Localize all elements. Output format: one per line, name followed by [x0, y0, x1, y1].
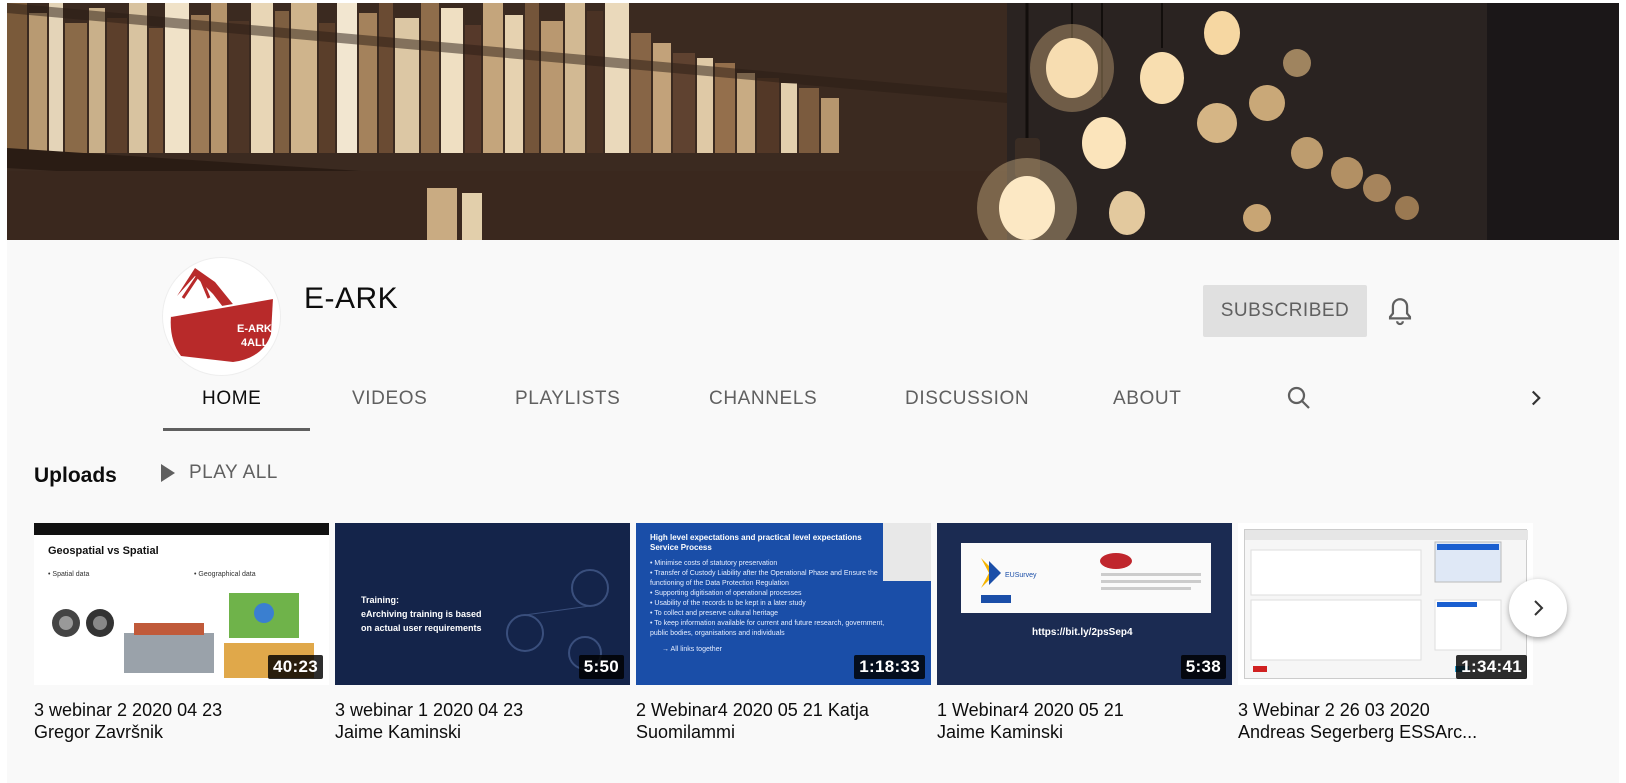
search-icon[interactable] — [1284, 383, 1314, 413]
tab-about[interactable]: ABOUT — [1113, 388, 1181, 410]
channel-name: E-ARK — [304, 282, 399, 315]
video-title-line: Jaime Kaminski — [937, 722, 1064, 742]
video-duration: 1:34:41 — [1456, 655, 1527, 679]
thumb-text: • Minimise costs of statutory preservati… — [650, 560, 885, 653]
thumb-graphic — [506, 569, 609, 670]
video-card[interactable]: EUSurvey https://bit.ly/2psSep4 5:38 1 W… — [937, 523, 1232, 743]
video-title-line: 1 Webinar4 2020 05 21 — [937, 700, 1124, 720]
channel-header: E-ARK 4ALL E-ARK SUBSCRIBED HOME VIDEOS … — [7, 240, 1619, 448]
bell-icon[interactable] — [1383, 295, 1417, 329]
video-duration: 5:38 — [1180, 655, 1226, 679]
video-title[interactable]: 3 webinar 1 2020 04 23 Jaime Kaminski — [335, 699, 625, 743]
avatar-text-2: 4ALL — [241, 337, 269, 349]
video-duration: 40:23 — [268, 655, 323, 679]
e-ark-logo: E-ARK 4ALL — [170, 268, 274, 362]
chevron-right-icon — [1534, 600, 1544, 616]
video-title-line: 3 webinar 2 2020 04 23 — [34, 700, 223, 720]
channel-banner — [7, 3, 1619, 240]
tab-channels[interactable]: CHANNELS — [709, 388, 817, 410]
video-card[interactable]: High level expectations and practical le… — [636, 523, 931, 743]
video-thumbnail[interactable]: EUSurvey https://bit.ly/2psSep4 5:38 — [937, 523, 1232, 685]
active-tab-indicator — [163, 428, 310, 431]
video-duration: 1:18:33 — [854, 655, 925, 679]
video-title[interactable]: 1 Webinar4 2020 05 21 Jaime Kaminski — [937, 699, 1227, 743]
video-card[interactable]: Training: eArchiving training is based o… — [335, 523, 630, 743]
video-title-line: 3 webinar 1 2020 04 23 — [335, 700, 524, 720]
video-title[interactable]: 2 Webinar4 2020 05 21 Katja Suomilammi — [636, 699, 926, 743]
avatar-text-1: E-ARK — [237, 323, 272, 335]
tab-videos[interactable]: VIDEOS — [352, 388, 427, 410]
thumb-url-text: https://bit.ly/2psSep4 — [1032, 627, 1133, 638]
video-title[interactable]: 3 webinar 2 2020 04 23 Gregor Završnik — [34, 699, 324, 743]
svg-text:EUSurvey: EUSurvey — [1005, 572, 1037, 579]
thumb-heading: High level expectations and practical le… — [650, 533, 862, 552]
shelf-next-button[interactable] — [1509, 579, 1567, 637]
video-thumbnail[interactable]: High level expectations and practical le… — [636, 523, 931, 685]
video-title-line: Gregor Završnik — [34, 722, 164, 742]
channel-page: E-ARK 4ALL E-ARK SUBSCRIBED HOME VIDEOS … — [0, 0, 1626, 783]
video-title[interactable]: 3 Webinar 2 26 03 2020 Andreas Segerberg… — [1238, 699, 1528, 743]
video-title-line: Andreas Segerberg ESSArc... — [1238, 722, 1478, 742]
uploads-section: Uploads PLAY ALL Geospatial vs Spatial •… — [7, 434, 1619, 783]
tab-playlists[interactable]: PLAYLISTS — [515, 388, 620, 410]
video-title-line: Suomilammi — [636, 722, 736, 742]
video-title-line: 3 Webinar 2 26 03 2020 — [1238, 700, 1430, 720]
video-title-line: Jaime Kaminski — [335, 722, 462, 742]
subscribed-button[interactable]: SUBSCRIBED — [1203, 285, 1367, 337]
video-thumbnail[interactable]: Training: eArchiving training is based o… — [335, 523, 630, 685]
play-all-label: PLAY ALL — [189, 462, 278, 483]
play-all-button[interactable]: PLAY ALL — [161, 462, 278, 484]
uploads-title[interactable]: Uploads — [34, 464, 117, 488]
video-thumbnail[interactable]: 1:34:41 — [1238, 523, 1533, 685]
play-icon — [161, 464, 175, 482]
video-card[interactable]: 1:34:41 3 Webinar 2 26 03 2020 Andreas S… — [1238, 523, 1533, 743]
thumb-heading: Geospatial vs Spatial — [48, 545, 159, 557]
video-duration: 5:50 — [578, 655, 624, 679]
chevron-right-icon[interactable] — [1523, 385, 1549, 411]
thumb-text: Training: eArchiving training is based o… — [361, 595, 482, 633]
tab-discussion[interactable]: DISCUSSION — [905, 388, 1029, 410]
video-title-line: 2 Webinar4 2020 05 21 Katja — [636, 700, 869, 720]
channel-tabs: HOME VIDEOS PLAYLISTS CHANNELS DISCUSSIO… — [7, 370, 1619, 432]
tab-home[interactable]: HOME — [202, 388, 261, 410]
thumb-text: • Geographical data — [194, 571, 256, 578]
thumb-window: EUSurvey — [961, 543, 1211, 613]
video-thumbnail[interactable]: Geospatial vs Spatial • Spatial data • G… — [34, 523, 329, 685]
thumb-text: • Spatial data — [48, 571, 90, 578]
channel-avatar[interactable]: E-ARK 4ALL — [162, 257, 281, 376]
banner-art — [7, 3, 1619, 240]
video-card[interactable]: Geospatial vs Spatial • Spatial data • G… — [34, 523, 329, 743]
